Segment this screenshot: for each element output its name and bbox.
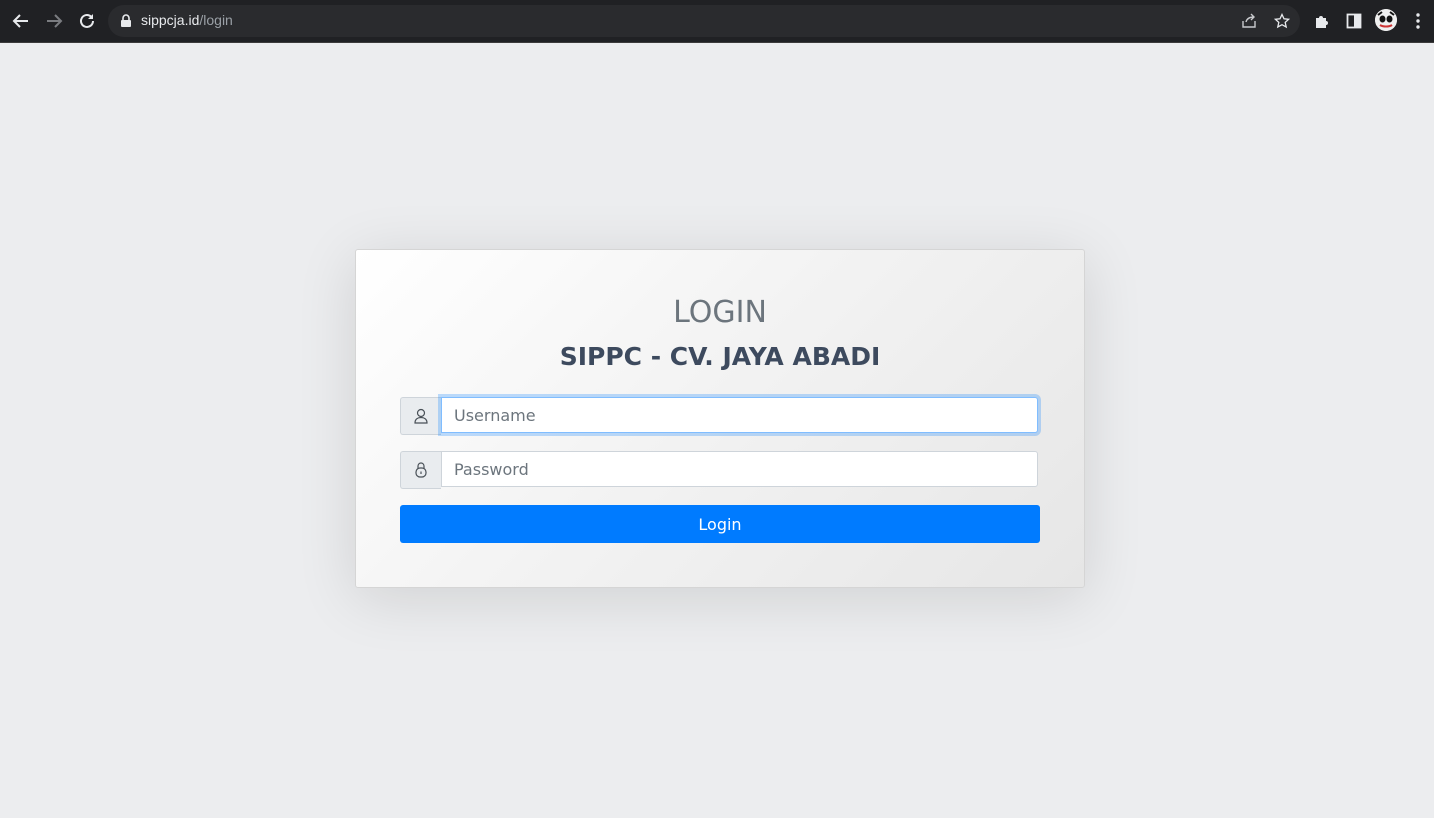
arrow-right-icon (47, 14, 63, 28)
share-icon (1242, 13, 1256, 28)
kebab-menu-icon (1416, 13, 1420, 29)
password-addon (400, 451, 441, 489)
login-button[interactable]: Login (400, 505, 1040, 543)
address-bar[interactable]: sippcja.id/login (108, 5, 1300, 37)
login-card: LOGIN SIPPC - CV. JAYA ABADI Login (355, 249, 1085, 588)
browser-toolbar: sippcja.id/login (0, 0, 1434, 43)
reload-button[interactable] (76, 10, 98, 32)
username-input[interactable] (441, 397, 1038, 433)
puzzle-icon (1316, 16, 1328, 28)
url-text: sippcja.id/login (141, 12, 233, 28)
password-input[interactable] (441, 451, 1038, 487)
username-group (400, 397, 1040, 435)
side-panel-button[interactable] (1343, 10, 1365, 32)
app-subtitle: SIPPC - CV. JAYA ABADI (559, 342, 881, 371)
bookmark-button[interactable] (1273, 12, 1291, 30)
avatar-icon (1375, 9, 1397, 31)
side-panel-icon (1346, 13, 1362, 29)
star-icon (1274, 13, 1290, 29)
arrow-left-icon (12, 14, 28, 28)
back-button[interactable] (10, 10, 32, 32)
menu-button[interactable] (1407, 10, 1429, 32)
user-icon (414, 408, 428, 424)
password-group (400, 451, 1040, 489)
lock-icon (415, 462, 427, 478)
extensions-button[interactable] (1311, 10, 1333, 32)
reload-icon (80, 13, 94, 28)
url-path: /login (199, 12, 233, 28)
url-domain: sippcja.id (141, 12, 200, 28)
forward-button[interactable] (43, 10, 65, 32)
share-button[interactable] (1240, 12, 1258, 30)
username-addon (400, 397, 441, 435)
lock-icon (121, 14, 131, 27)
profile-avatar[interactable] (1375, 9, 1397, 31)
login-title: LOGIN (673, 295, 767, 330)
